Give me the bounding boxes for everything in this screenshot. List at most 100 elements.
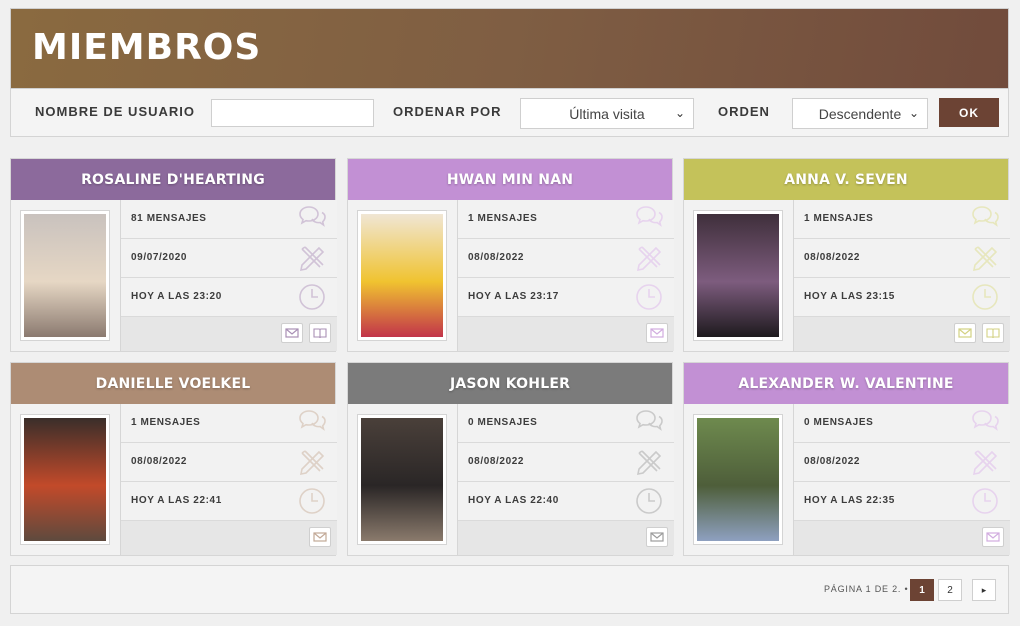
- pencil-ruler-icon: [297, 244, 327, 272]
- member-avatar[interactable]: [20, 210, 110, 341]
- member-last-visit-row: HOY A LAS 22:41: [121, 482, 337, 521]
- member-joined-date-row: 08/08/2022: [458, 239, 674, 278]
- view-profile-button[interactable]: [982, 323, 1004, 343]
- member-card: ALEXANDER W. VALENTINE 0 MENSAJES 08/08/20…: [683, 362, 1010, 556]
- member-avatar[interactable]: [20, 414, 110, 545]
- chat-bubbles-icon: [634, 205, 664, 233]
- member-card: HWAN MIN NAN 1 MENSAJES 08/08/2022 HOY A LA…: [347, 158, 674, 352]
- member-joined-date: 08/08/2022: [468, 252, 525, 263]
- member-name[interactable]: DANIELLE VOELKEL: [96, 376, 251, 392]
- send-message-button[interactable]: [954, 323, 976, 343]
- member-joined-date: 09/07/2020: [131, 252, 188, 263]
- chevron-down-icon: ⌄: [908, 106, 919, 120]
- send-message-button[interactable]: [309, 527, 331, 547]
- pencil-ruler-icon: [970, 448, 1000, 476]
- member-actions: [458, 521, 674, 555]
- send-message-button[interactable]: [982, 527, 1004, 547]
- member-posts-row: 81 MENSAJES: [121, 200, 337, 239]
- member-avatar[interactable]: [693, 414, 783, 545]
- member-posts-row: 0 MENSAJES: [794, 404, 1010, 443]
- username-input[interactable]: [211, 99, 374, 127]
- member-last-visit: HOY A LAS 22:35: [804, 495, 895, 506]
- sort-by-select[interactable]: Última visita ⌄: [520, 98, 694, 129]
- pencil-ruler-icon: [634, 244, 664, 272]
- send-message-button[interactable]: [281, 323, 303, 343]
- clock-icon: [297, 487, 327, 515]
- member-name-header[interactable]: ANNA V. SEVEN: [684, 159, 1008, 200]
- clock-icon: [634, 283, 664, 311]
- member-joined-date: 08/08/2022: [804, 252, 861, 263]
- pagination-label: PÁGINA 1 DE 2. •: [824, 584, 909, 594]
- order-select[interactable]: Descendente ⌄: [792, 98, 928, 129]
- page-header: MIEMBROS: [10, 8, 1009, 89]
- chat-bubbles-icon: [297, 205, 327, 233]
- page-button-1[interactable]: 1: [910, 579, 934, 601]
- member-avatar[interactable]: [693, 210, 783, 341]
- member-name-header[interactable]: DANIELLE VOELKEL: [11, 363, 335, 404]
- member-posts: 81 MENSAJES: [131, 213, 207, 224]
- pencil-ruler-icon: [634, 448, 664, 476]
- member-joined-date: 08/08/2022: [804, 456, 861, 467]
- member-name-header[interactable]: HWAN MIN NAN: [348, 159, 672, 200]
- order-label: ORDEN: [718, 104, 770, 119]
- member-actions: [121, 317, 337, 351]
- ok-button[interactable]: OK: [939, 98, 999, 127]
- member-last-visit: HOY A LAS 22:41: [131, 495, 222, 506]
- member-name[interactable]: ROSALINE D'HEARTING: [81, 172, 265, 188]
- member-last-visit: HOY A LAS 23:17: [468, 291, 559, 302]
- member-actions: [794, 521, 1010, 555]
- member-joined-date-row: 09/07/2020: [121, 239, 337, 278]
- member-last-visit: HOY A LAS 22:40: [468, 495, 559, 506]
- member-card: DANIELLE VOELKEL 1 MENSAJES 08/08/2022 HOY …: [10, 362, 337, 556]
- member-joined-date-row: 08/08/2022: [794, 443, 1010, 482]
- member-avatar[interactable]: [357, 414, 447, 545]
- member-card: JASON KOHLER 0 MENSAJES 08/08/2022 HOY A LA…: [347, 362, 674, 556]
- member-photo-column: [684, 200, 794, 351]
- clock-icon: [970, 283, 1000, 311]
- member-last-visit: HOY A LAS 23:20: [131, 291, 222, 302]
- member-photo-column: [348, 200, 458, 351]
- member-last-visit: HOY A LAS 23:15: [804, 291, 895, 302]
- clock-icon: [634, 487, 664, 515]
- member-name-header[interactable]: ROSALINE D'HEARTING: [11, 159, 335, 200]
- member-card: ROSALINE D'HEARTING 81 MENSAJES 09/07/2020…: [10, 158, 337, 352]
- member-filter-bar: NOMBRE DE USUARIO ORDENAR POR Última vis…: [10, 89, 1009, 137]
- sort-by-label: ORDENAR POR: [393, 104, 502, 119]
- member-name-header[interactable]: JASON KOHLER: [348, 363, 672, 404]
- view-profile-button[interactable]: [309, 323, 331, 343]
- member-name[interactable]: ALEXANDER W. VALENTINE: [738, 376, 953, 392]
- member-last-visit-row: HOY A LAS 22:35: [794, 482, 1010, 521]
- member-name[interactable]: JASON KOHLER: [450, 376, 570, 392]
- member-posts: 1 MENSAJES: [468, 213, 538, 224]
- member-posts: 0 MENSAJES: [468, 417, 538, 428]
- chat-bubbles-icon: [634, 409, 664, 437]
- chat-bubbles-icon: [970, 409, 1000, 437]
- member-actions: [794, 317, 1010, 351]
- send-message-button[interactable]: [646, 323, 668, 343]
- member-last-visit-row: HOY A LAS 23:15: [794, 278, 1010, 317]
- member-posts-row: 1 MENSAJES: [794, 200, 1010, 239]
- member-joined-date: 08/08/2022: [131, 456, 188, 467]
- page-title: MIEMBROS: [32, 27, 262, 68]
- member-photo-column: [11, 404, 121, 555]
- order-value: Descendente: [818, 105, 902, 122]
- next-page-button[interactable]: ▸: [972, 579, 996, 601]
- chat-bubbles-icon: [297, 409, 327, 437]
- member-name[interactable]: ANNA V. SEVEN: [784, 172, 908, 188]
- member-avatar[interactable]: [357, 210, 447, 341]
- member-posts: 1 MENSAJES: [804, 213, 874, 224]
- member-joined-date: 08/08/2022: [468, 456, 525, 467]
- page-button-2[interactable]: 2: [938, 579, 962, 601]
- member-photo-column: [11, 200, 121, 351]
- member-posts: 0 MENSAJES: [804, 417, 874, 428]
- clock-icon: [970, 487, 1000, 515]
- send-message-button[interactable]: [646, 527, 668, 547]
- chevron-down-icon: ⌄: [674, 106, 685, 120]
- member-name-header[interactable]: ALEXANDER W. VALENTINE: [684, 363, 1008, 404]
- member-name[interactable]: HWAN MIN NAN: [447, 172, 573, 188]
- member-posts-row: 1 MENSAJES: [121, 404, 337, 443]
- member-posts: 1 MENSAJES: [131, 417, 201, 428]
- username-label: NOMBRE DE USUARIO: [35, 104, 196, 119]
- member-photo-column: [684, 404, 794, 555]
- pencil-ruler-icon: [970, 244, 1000, 272]
